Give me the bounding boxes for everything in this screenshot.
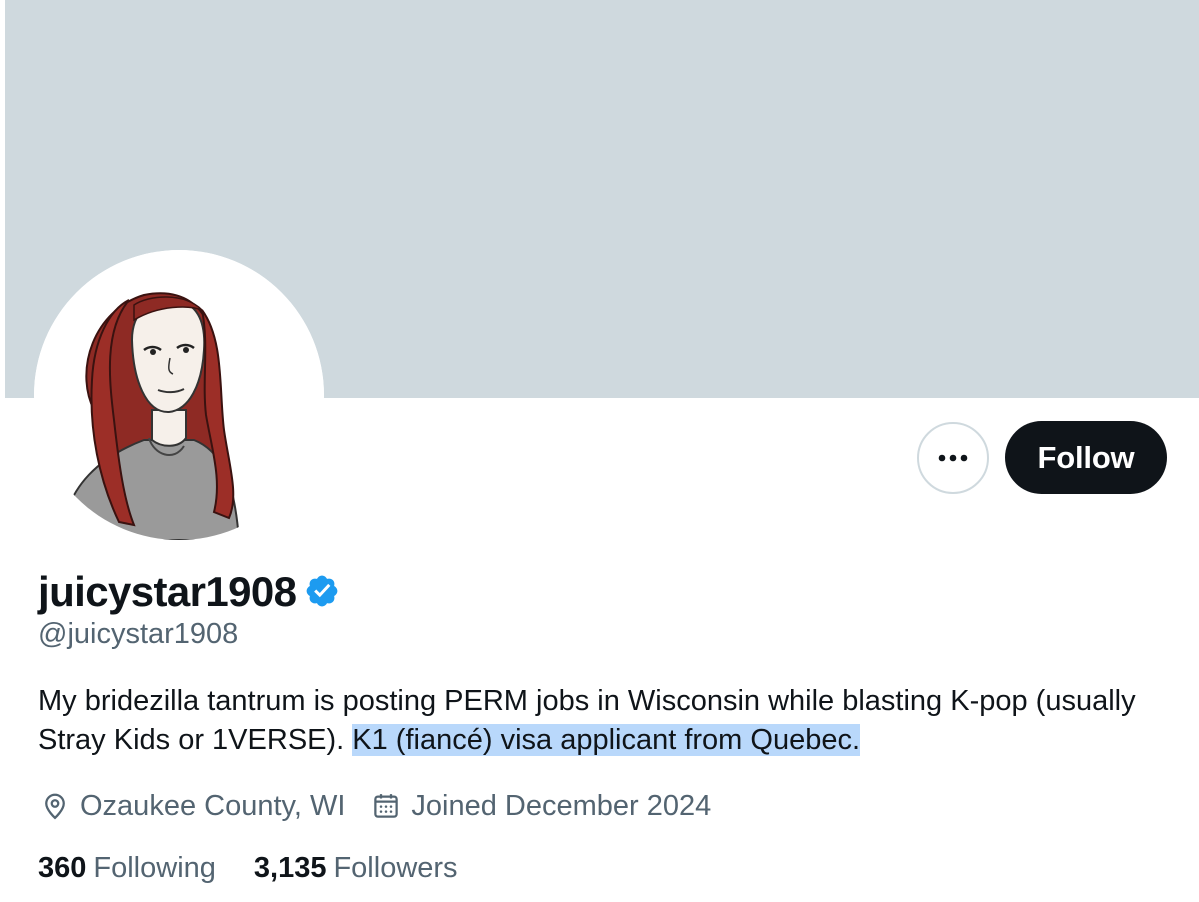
avatar-illustration	[34, 250, 324, 540]
location-item: Ozaukee County, WI	[40, 790, 345, 823]
more-dots-icon	[938, 454, 968, 462]
followers-label: Followers	[333, 851, 458, 884]
followers-link[interactable]: 3,135 Followers	[254, 852, 458, 885]
joined-item: Joined December 2024	[371, 790, 711, 823]
follow-stats: 360 Following 3,135 Followers	[38, 846, 496, 890]
followers-count: 3,135	[253, 851, 327, 884]
following-label: Following	[93, 851, 216, 884]
calendar-icon	[374, 794, 399, 818]
profile-meta: Ozaukee County, WI Joined December 2024	[40, 784, 737, 828]
following-link[interactable]: 360 Following	[38, 852, 216, 885]
location-pin-icon	[45, 793, 65, 820]
more-options-button[interactable]	[917, 422, 989, 494]
display-name-row: juicystar1908	[38, 564, 340, 620]
profile-bio: My bridezilla tantrum is posting PERM jo…	[38, 682, 1158, 760]
display-name: juicystar1908	[38, 568, 297, 615]
verified-badge-icon[interactable]	[304, 573, 340, 614]
bio-highlighted-text: K1 (fiancé) visa applicant from Quebec.	[352, 724, 861, 756]
follow-button[interactable]: Follow	[1005, 421, 1167, 494]
location-text: Ozaukee County, WI	[80, 789, 346, 822]
user-handle: @juicystar1908	[38, 618, 239, 650]
joined-text: Joined December 2024	[411, 789, 712, 822]
following-count: 360	[38, 851, 87, 884]
avatar[interactable]	[34, 250, 324, 540]
